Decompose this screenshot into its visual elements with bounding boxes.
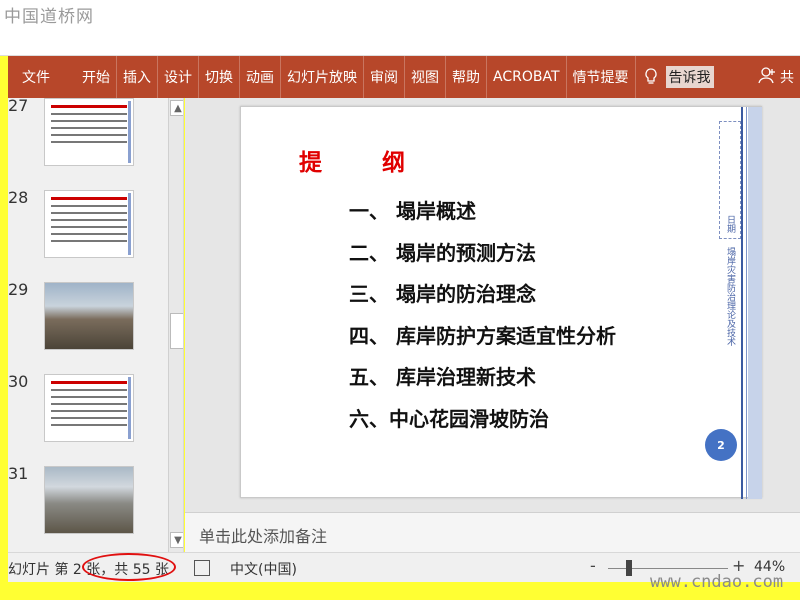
slide-thumbnail[interactable] — [44, 374, 134, 442]
thumbnail-scrollbar[interactable]: ▲ ▼ — [168, 98, 183, 552]
decor-band — [748, 107, 762, 499]
slide-thumbnail[interactable] — [44, 466, 134, 534]
outline-item: 六、中心花园滑坡防治 — [349, 406, 549, 431]
outline-item: 一、 塌岸概述 — [349, 199, 476, 223]
tab-review[interactable]: 审阅 — [364, 56, 405, 98]
watermark-bottom: www.cndao.com — [650, 572, 784, 592]
tab-home[interactable]: 开始 — [64, 56, 117, 98]
tab-file[interactable]: 文件 — [8, 56, 64, 98]
outline-item: 五、 库岸治理新技术 — [349, 365, 536, 389]
share-label: 共 — [780, 70, 794, 86]
tab-help[interactable]: 帮助 — [446, 56, 487, 98]
outline-item: 三、 塌岸的防治理念 — [349, 282, 536, 306]
outline-item: 四、 库岸防护方案适宜性分析 — [349, 323, 616, 348]
person-icon — [758, 66, 776, 88]
lightbulb-icon[interactable] — [636, 56, 666, 98]
notes-pane[interactable]: 单击此处添加备注 — [185, 512, 800, 552]
slide-title[interactable]: 提 纲 — [299, 143, 431, 177]
share-button[interactable]: 共 — [758, 66, 800, 88]
notes-toggle-icon[interactable] — [194, 560, 210, 576]
slide-thumbnail[interactable] — [44, 98, 134, 166]
zoom-slider-knob[interactable] — [626, 560, 632, 576]
tab-view[interactable]: 视图 — [405, 56, 446, 98]
tab-animations[interactable]: 动画 — [240, 56, 281, 98]
scroll-thumb[interactable] — [170, 313, 183, 349]
language-status[interactable]: 中文(中国) — [230, 559, 297, 579]
tab-storyboarding[interactable]: 情节提要 — [567, 56, 636, 98]
outline-item: 二、 塌岸的预测方法 — [349, 240, 536, 265]
zoom-out-button[interactable]: - — [590, 556, 596, 575]
ribbon-tabs: 文件 开始 插入 设计 切换 动画 幻灯片放映 审阅 视图 帮助 ACROBAT… — [8, 56, 800, 98]
date-label: 日期 — [725, 215, 735, 233]
slide-thumbnail-pane: 27 28 29 30 31 ▲ ▼ — [8, 98, 184, 552]
tab-insert[interactable]: 插入 — [117, 56, 158, 98]
tab-transitions[interactable]: 切换 — [199, 56, 240, 98]
tab-design[interactable]: 设计 — [158, 56, 199, 98]
slide-number: 28 — [8, 188, 29, 207]
slide-thumbnail[interactable] — [44, 190, 134, 258]
tab-slideshow[interactable]: 幻灯片放映 — [281, 56, 364, 98]
slide-number: 27 — [8, 98, 29, 115]
slide-number: 31 — [8, 464, 29, 483]
decor-line — [741, 107, 743, 499]
watermark-top: 中国道桥网 — [4, 7, 94, 27]
tab-acrobat[interactable]: ACROBAT — [487, 56, 567, 98]
footer-vertical-text: 塌岸灾害防治理论及技术 — [725, 247, 735, 346]
top-strip: 中国道桥网 — [0, 0, 800, 56]
highlight-ellipse — [82, 553, 176, 581]
scroll-up-icon[interactable]: ▲ — [170, 100, 183, 116]
scroll-down-icon[interactable]: ▼ — [170, 532, 183, 548]
slide-editor: 提 纲 一、 塌岸概述 二、 塌岸的预测方法 三、 塌岸的防治理念 四、 库岸防… — [185, 98, 800, 512]
outline-list[interactable]: 一、 塌岸概述 二、 塌岸的预测方法 三、 塌岸的防治理念 四、 库岸防护方案适… — [349, 195, 616, 444]
current-slide[interactable]: 提 纲 一、 塌岸概述 二、 塌岸的预测方法 三、 塌岸的防治理念 四、 库岸防… — [240, 106, 762, 499]
page-number-badge: 2 — [705, 429, 737, 461]
slide-number: 30 — [8, 372, 29, 391]
slide-thumbnail[interactable] — [44, 282, 134, 350]
decor-line — [746, 107, 747, 499]
notes-placeholder: 单击此处添加备注 — [199, 527, 328, 546]
tell-me-search[interactable]: 告诉我 — [665, 66, 714, 88]
slide-number: 29 — [8, 280, 29, 299]
